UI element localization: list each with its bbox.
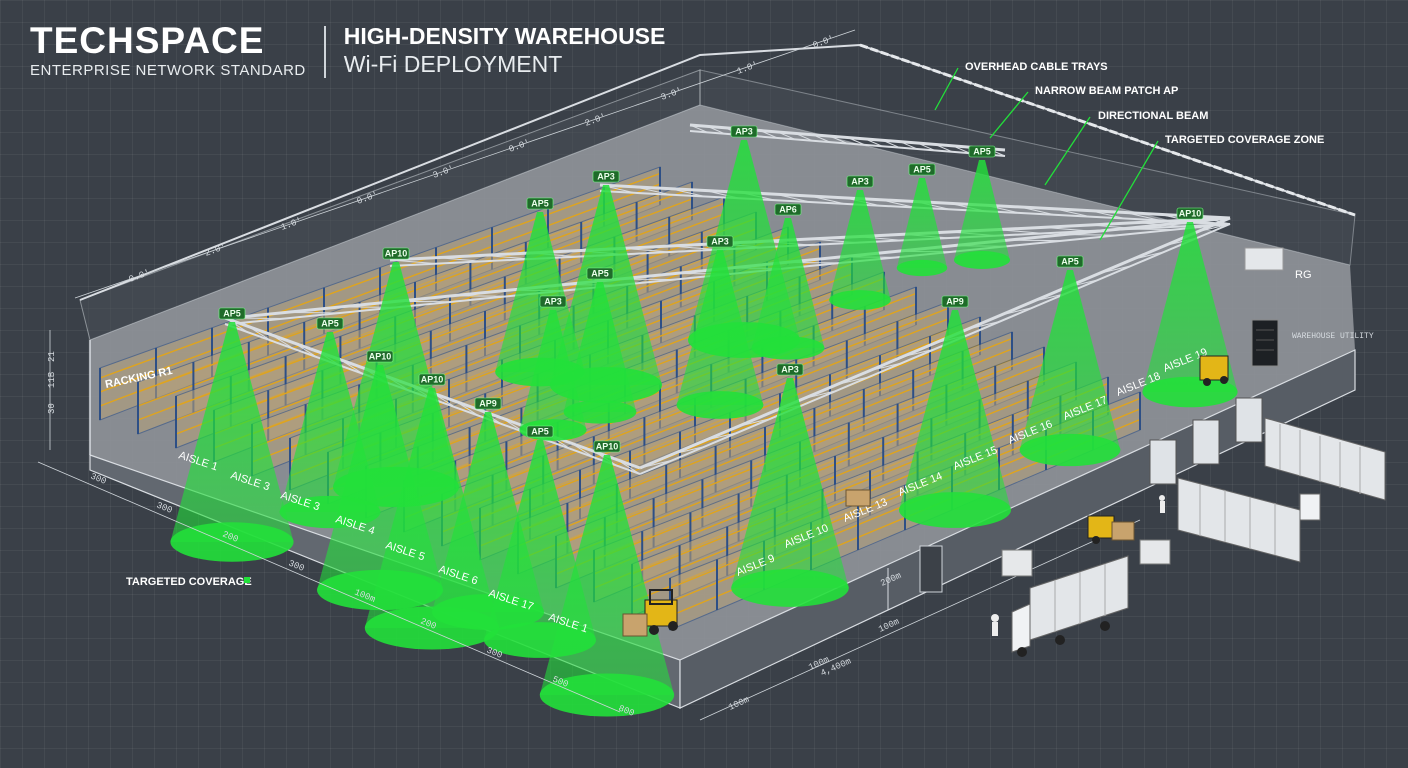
ap-label-text: AP5 [591, 269, 609, 279]
ap-label: AP3 [846, 175, 874, 188]
ap-label: AP3 [592, 170, 620, 183]
ap-label: AP6 [774, 203, 802, 216]
ap-label-text: AP10 [385, 249, 408, 259]
ap-label: AP5 [218, 307, 246, 320]
ap-label-text: AP6 [779, 205, 797, 215]
forklift-icon-dock [1087, 515, 1135, 544]
dimension-label-top: 1.0' [736, 60, 760, 77]
ap-label-text: AP3 [544, 297, 562, 307]
dimension-label-left: 300 [287, 559, 306, 574]
ap-label-text: AP10 [596, 442, 619, 452]
callout-targeted-coverage: TARGETED COVERAGE [126, 576, 252, 588]
container-icon [1264, 417, 1386, 501]
callout-leader-patch-ap [989, 91, 1029, 139]
brand-tagline: ENTERPRISE NETWORK STANDARD [30, 62, 306, 79]
title-line-1: HIGH-DENSITY WAREHOUSE [343, 23, 666, 49]
ap-label: AP5 [526, 197, 554, 210]
coverage-legend-swatch [244, 577, 250, 583]
ap-label-text: AP9 [479, 399, 497, 409]
dimension-label-right: 100m [877, 617, 901, 635]
ap-label-text: AP3 [735, 127, 753, 137]
title-line-2: Wi-Fi DEPLOYMENT [343, 51, 563, 77]
ap-label-text: AP5 [223, 309, 241, 319]
dimension-label-height: 11B [47, 371, 57, 388]
callout-targeted-zone: TARGETED COVERAGE ZONE [1165, 134, 1324, 146]
header-divider [323, 26, 326, 78]
ap-label-text: AP10 [1179, 209, 1202, 219]
rg-label: RG [1295, 269, 1312, 281]
ap-label-text: AP5 [321, 319, 339, 329]
ap-label: AP5 [316, 317, 344, 330]
ap-label-text: AP3 [597, 172, 615, 182]
warehouse-isometric-diagram: AP5 AP10 AP5 AP3 AP3 AP5 AP6 AP3 AP5 AP3 AP10 AP10 A… [37, 29, 1386, 721]
ap-label: AP5 [1056, 255, 1084, 268]
ap-label: AP3 [706, 235, 734, 248]
ap-label: AP10 [593, 440, 621, 453]
page-header: TECHSPACE ENTERPRISE NETWORK STANDARD HI… [30, 20, 666, 80]
ap-label-text: AP10 [369, 352, 392, 362]
ap-label: AP5 [586, 267, 614, 280]
ap-label: AP9 [941, 295, 969, 308]
brand-block: TECHSPACE ENTERPRISE NETWORK STANDARD [30, 20, 306, 80]
dimension-label-top: 0.0' [812, 34, 836, 51]
ap-label-text: AP9 [946, 297, 964, 307]
ap-label: AP3 [776, 363, 804, 376]
ap-label: AP10 [418, 373, 446, 386]
ap-label: AP5 [526, 425, 554, 438]
ap-label: AP10 [382, 247, 410, 260]
ap-label-text: AP5 [531, 427, 549, 437]
dimension-label-height: 30 [47, 403, 57, 414]
callout-patch-ap: NARROW BEAM PATCH AP [1035, 85, 1178, 97]
utility-label: WAREHOUSE UTILITY [1292, 332, 1374, 341]
ap-label: AP5 [968, 145, 996, 158]
ap-label-text: AP5 [531, 199, 549, 209]
ap-label: AP10 [1176, 207, 1204, 220]
callout-directional-beam: DIRECTIONAL BEAM [1098, 110, 1208, 122]
ap-label-text: AP5 [913, 165, 931, 175]
dimension-label-right: 100m [727, 695, 751, 713]
ap-label-text: AP5 [1061, 257, 1079, 267]
hvac-unit [1244, 247, 1284, 271]
truck-icon [1177, 477, 1321, 563]
ap-label-text: AP3 [711, 237, 729, 247]
ap-label-text: AP3 [781, 365, 799, 375]
title-block: HIGH-DENSITY WAREHOUSE Wi-Fi DEPLOYMENT [344, 22, 666, 78]
ap-label: AP5 [908, 163, 936, 176]
dimension-label-height: 21 [47, 351, 57, 362]
ap-label: AP3 [539, 295, 567, 308]
server-rack-icon [1251, 319, 1279, 367]
callout-cable-trays: OVERHEAD CABLE TRAYS [965, 61, 1108, 73]
ap-label: AP9 [474, 397, 502, 410]
brand-name: TECHSPACE [30, 20, 265, 61]
ap-label-text: AP10 [421, 375, 444, 385]
ap-label-text: AP3 [851, 177, 869, 187]
ap-label-text: AP5 [973, 147, 991, 157]
ap-label: AP10 [366, 350, 394, 363]
ap-label: AP3 [730, 125, 758, 138]
